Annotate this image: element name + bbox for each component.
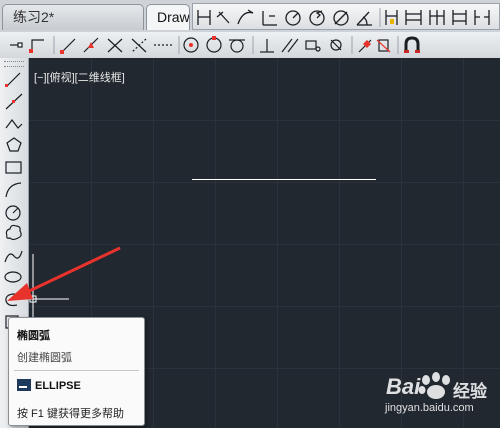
tooltip-title: 椭圆弧 xyxy=(17,330,50,342)
aligned-dimension-icon[interactable] xyxy=(216,11,230,24)
snap-quadrant-icon[interactable] xyxy=(206,36,222,53)
snap-icons xyxy=(10,36,420,54)
radius-dimension-icon[interactable] xyxy=(285,10,301,26)
polyline-icon[interactable] xyxy=(5,119,23,129)
tooltip-description: 创建椭圆弧 xyxy=(17,352,72,364)
file-tab-bar: 练习2* Drawi xyxy=(0,0,500,33)
watermark-url: jingyan.baidu.com xyxy=(385,402,474,414)
snap-from-icon[interactable] xyxy=(29,39,44,53)
dimension-toolbar xyxy=(192,3,500,30)
ordinate-dimension-icon[interactable] xyxy=(262,11,277,26)
circle-icon[interactable] xyxy=(5,205,21,221)
dimension-icons xyxy=(197,8,490,27)
polygon-icon[interactable] xyxy=(6,137,22,152)
tooltip-divider xyxy=(14,370,139,371)
line-icon[interactable] xyxy=(5,72,21,87)
command-line-icon xyxy=(17,379,31,391)
snap-none-icon[interactable] xyxy=(376,39,391,53)
continue-dimension-icon[interactable] xyxy=(429,10,445,25)
snap-perpendicular-icon[interactable] xyxy=(260,39,274,53)
baseline-dimension-icon[interactable] xyxy=(405,10,422,25)
linear-dimension-icon[interactable] xyxy=(197,10,211,25)
annotation-arrow-icon xyxy=(7,246,121,301)
command-tooltip: 椭圆弧 创建椭圆弧 ELLIPSE 按 F1 键获得更多帮助 xyxy=(8,317,145,426)
snap-nearest-icon[interactable] xyxy=(358,39,372,53)
file-tab-label: 练习2* xyxy=(13,9,55,25)
tooltip-help-hint: 按 F1 键获得更多帮助 xyxy=(17,408,124,420)
dimension-space-icon[interactable] xyxy=(452,10,467,25)
snap-apparent-intersection-icon[interactable] xyxy=(131,38,147,53)
file-tab-practice2[interactable]: 练习2* xyxy=(2,4,144,30)
quick-dimension-icon[interactable] xyxy=(385,10,398,25)
file-tab-label: Drawi xyxy=(157,9,190,25)
snap-midpoint-icon[interactable] xyxy=(83,37,99,53)
watermark-brand: Bai xyxy=(386,374,421,399)
construction-line-icon[interactable] xyxy=(5,93,23,110)
revision-cloud-icon[interactable] xyxy=(5,224,22,241)
file-tab-drawing[interactable]: Drawi xyxy=(146,4,190,30)
snap-insert-icon[interactable] xyxy=(305,40,321,52)
viewport-controls-label[interactable]: [−][俯视][二维线框] xyxy=(34,69,125,85)
dimension-break-icon[interactable] xyxy=(474,10,490,25)
snap-intersection-icon[interactable] xyxy=(107,38,123,53)
diameter-dimension-icon[interactable] xyxy=(333,10,349,26)
snap-endpoint-icon[interactable] xyxy=(60,38,76,54)
baidu-watermark: Bai 经验 jingyan.baidu.com xyxy=(350,368,500,428)
drawn-line[interactable] xyxy=(192,179,376,180)
snap-tangent-icon[interactable] xyxy=(229,39,245,53)
object-snap-toolbar xyxy=(0,32,500,59)
arc-icon[interactable] xyxy=(5,182,22,198)
temporary-track-icon[interactable] xyxy=(10,42,23,48)
snap-parallel-icon[interactable] xyxy=(281,38,299,53)
snap-node-icon[interactable] xyxy=(330,39,342,51)
snap-center-icon[interactable] xyxy=(183,37,199,53)
watermark-brand-suffix: 经验 xyxy=(453,382,487,401)
arc-length-icon[interactable] xyxy=(237,9,254,25)
osnap-settings-icon[interactable] xyxy=(404,36,420,53)
angular-dimension-icon[interactable] xyxy=(356,11,372,26)
rectangle-icon[interactable] xyxy=(5,161,22,174)
jogged-dimension-icon[interactable] xyxy=(309,10,325,26)
tooltip-command-name: ELLIPSE xyxy=(35,380,81,392)
